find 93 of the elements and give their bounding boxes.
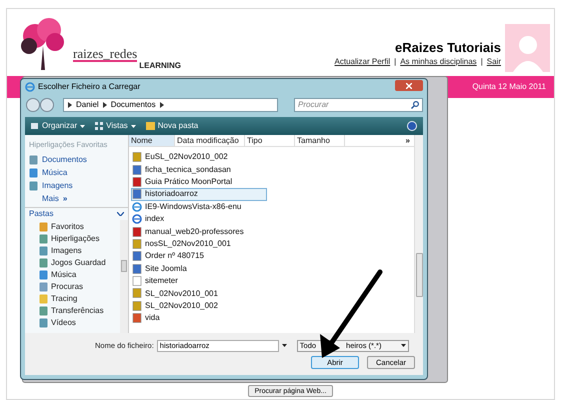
logo-text: raizes_redes xyxy=(73,47,138,62)
toolbar-button[interactable]: Vistas xyxy=(95,120,136,132)
document-icon xyxy=(132,300,142,311)
header-link[interactable]: Sair xyxy=(486,56,501,68)
globe-e-icon xyxy=(132,202,142,212)
link-separator: | xyxy=(480,56,483,68)
folder-icon xyxy=(146,122,155,130)
help-icon[interactable] xyxy=(407,121,417,131)
folder-icon xyxy=(39,234,48,244)
scrollbar[interactable] xyxy=(414,135,423,333)
folder-icon xyxy=(39,270,48,280)
file-row[interactable]: vida xyxy=(131,312,267,324)
column-header[interactable]: Tipo xyxy=(245,135,295,146)
breadcrumb-item[interactable]: Daniel xyxy=(76,99,99,111)
document-icon xyxy=(132,189,142,200)
link-separator: | xyxy=(394,56,396,68)
pane-heading: Pastas xyxy=(29,208,54,220)
folder-item[interactable]: Procuras xyxy=(39,281,120,294)
folder-icon xyxy=(39,294,48,304)
grid-icon xyxy=(95,122,104,130)
globe-e-icon xyxy=(132,214,142,224)
folder-icon xyxy=(39,306,48,316)
file-row[interactable]: IE9-WindowsVista-x86-enu xyxy=(131,200,267,213)
favorite-link[interactable]: Imagens xyxy=(25,179,128,192)
column-header[interactable]: Tamanho xyxy=(295,135,345,146)
folder-icon xyxy=(39,318,48,328)
more-link[interactable]: Mais » xyxy=(25,192,128,206)
folder-item[interactable]: Imagens xyxy=(39,245,120,258)
folder-item[interactable]: Jogos Guardad xyxy=(39,257,120,270)
search-input[interactable]: Procurar xyxy=(298,99,398,111)
document-icon xyxy=(132,288,142,298)
folder-item[interactable]: Hiperligações xyxy=(39,233,120,246)
file-row[interactable]: Site Joomla xyxy=(131,262,267,275)
document-icon xyxy=(132,176,142,187)
folder-icon xyxy=(39,258,48,268)
file-row[interactable]: ficha_tecnica_sondasan xyxy=(131,163,267,176)
close-icon xyxy=(406,82,412,88)
folder-item[interactable]: Vídeos xyxy=(39,317,120,330)
column-header[interactable]: Data modificação xyxy=(175,135,245,146)
scrollbar[interactable] xyxy=(120,220,128,333)
folder-icon xyxy=(39,246,48,256)
folder-item[interactable]: Transferências xyxy=(39,305,120,318)
file-row[interactable]: manual_web20-professores xyxy=(131,225,267,238)
caret-icon xyxy=(400,344,406,347)
chevron-right-icon xyxy=(102,102,107,108)
dialog-title: Escolher Ficheiro a Carregar xyxy=(38,81,140,93)
document-icon xyxy=(132,164,142,175)
search-icon xyxy=(411,101,419,109)
toolbar-button[interactable]: Organizar xyxy=(31,120,86,132)
folder-icon xyxy=(29,168,38,178)
folder-icon xyxy=(39,282,48,292)
folder-item[interactable]: Música xyxy=(39,269,120,282)
close-button[interactable] xyxy=(395,80,423,91)
document-icon xyxy=(132,251,142,262)
address-bar[interactable]: Daniel Documentos xyxy=(63,98,278,112)
organize-icon xyxy=(31,122,39,130)
folder-item[interactable]: Tracing xyxy=(39,293,120,306)
file-row[interactable]: sitemeter xyxy=(131,274,267,288)
folder-item[interactable]: Favoritos xyxy=(39,221,120,234)
chevron-right-icon xyxy=(68,102,72,108)
file-row[interactable]: SL_02Nov2010_001 xyxy=(131,287,267,300)
chevron-right-icon xyxy=(160,102,164,108)
file-row[interactable]: SL_02Nov2010_002 xyxy=(131,300,267,312)
header-link[interactable]: As minhas disciplinas xyxy=(400,56,477,68)
site-title: eRaizes Tutoriais xyxy=(395,40,501,56)
document-icon xyxy=(132,226,142,237)
breadcrumb-item[interactable]: Documentos xyxy=(110,99,156,111)
document-icon xyxy=(132,313,142,324)
logo-tagline: LEARNING xyxy=(139,62,182,70)
toolbar-button[interactable]: Nova pasta xyxy=(146,120,198,132)
chevron-down-icon xyxy=(117,212,124,216)
document-icon xyxy=(132,264,142,274)
folder-icon xyxy=(29,180,38,191)
column-header[interactable]: Nome xyxy=(129,135,175,146)
file-row[interactable]: historiadoarroz xyxy=(131,188,267,201)
file-row[interactable]: EuSL_02Nov2010_002 xyxy=(131,151,267,164)
folder-icon xyxy=(29,154,38,165)
folder-icon xyxy=(39,222,48,232)
file-row[interactable]: nosSL_02Nov2010_001 xyxy=(131,238,267,250)
caret-icon[interactable] xyxy=(282,344,287,347)
date-text: Quinta 12 Maio 2011 xyxy=(472,81,546,93)
browser-logo-icon xyxy=(25,82,35,92)
document-icon xyxy=(132,238,142,249)
file-row[interactable]: index xyxy=(131,212,267,226)
favorite-link[interactable]: Música xyxy=(25,166,128,180)
header-link[interactable]: Actualizar Perfil xyxy=(334,56,390,68)
column-header[interactable]: » xyxy=(345,135,414,146)
document-icon xyxy=(132,152,142,162)
search-field[interactable]: Procurar xyxy=(294,98,423,112)
file-row[interactable]: Guia Prático MoonPortal xyxy=(131,176,267,188)
document-icon xyxy=(132,276,142,286)
favorite-link[interactable]: Documentos xyxy=(25,153,128,166)
file-row[interactable]: Order nº 480715 xyxy=(131,250,267,263)
